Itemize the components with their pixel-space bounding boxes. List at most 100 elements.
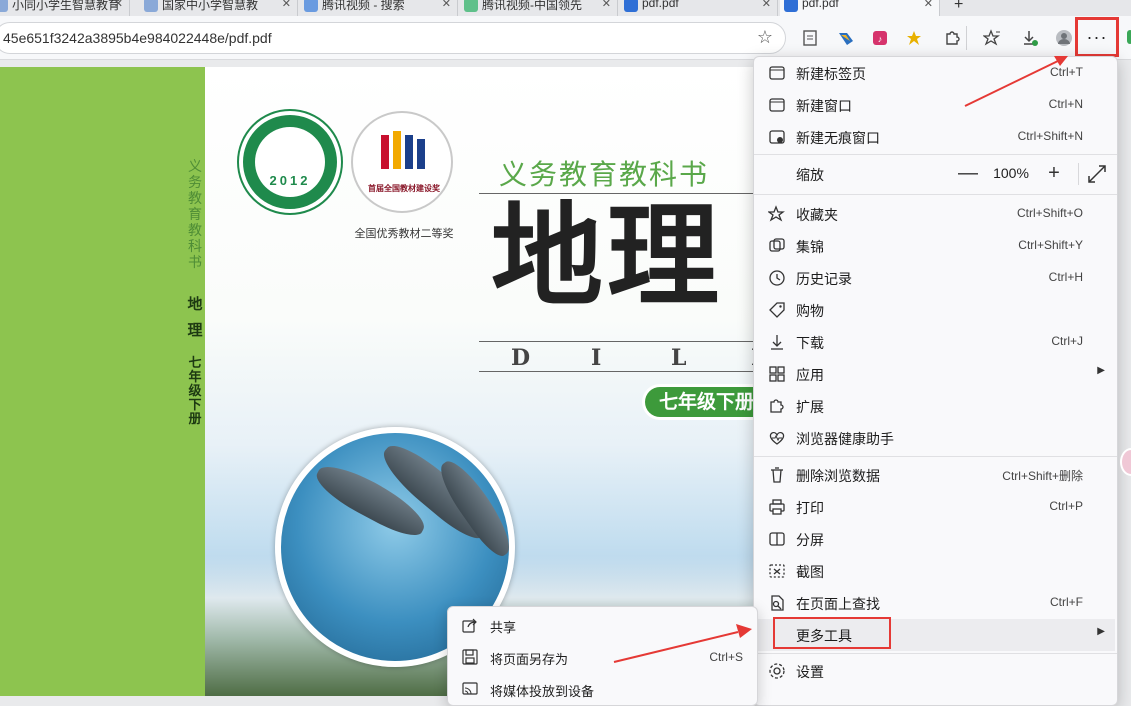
menu-item-label: 购物	[796, 303, 824, 319]
menu-item-favorites[interactable]: 收藏夹 Ctrl+Shift+O	[758, 198, 1115, 230]
screenshot-icon	[768, 562, 786, 580]
trash-icon	[768, 466, 786, 484]
close-icon[interactable]: ✕	[282, 0, 291, 10]
menu-item-label: 截图	[796, 564, 824, 580]
menu-item-apps[interactable]: 应用 ▶	[758, 358, 1115, 390]
menu-item-downloads[interactable]: 下载 Ctrl+J	[758, 326, 1115, 358]
menu-item-shortcut: Ctrl+N	[1048, 97, 1083, 111]
tab-3[interactable]: 腾讯视频 - 搜索 ✕	[300, 0, 458, 16]
close-icon[interactable]: ✕	[114, 0, 123, 10]
close-icon[interactable]: ✕	[924, 0, 933, 10]
new-window-icon	[768, 96, 786, 114]
svg-text:♪: ♪	[878, 34, 883, 44]
menu-item-label: 新建无痕窗口	[796, 130, 880, 146]
download-icon	[768, 333, 786, 351]
menu-item-shortcut: Ctrl+H	[1048, 270, 1083, 284]
menu-item-shortcut: Ctrl+P	[1049, 499, 1083, 513]
settings-icon	[768, 662, 786, 680]
settings-and-more-menu: 新建标签页 Ctrl+T 新建窗口 Ctrl+N 新建无痕窗口 Ctrl+Shi…	[753, 56, 1118, 706]
book-spine: 义务教育教科书 地理 七年级下册	[0, 67, 205, 696]
tab-title: pdf.pdf	[642, 0, 679, 10]
title-pinyin: DILI	[511, 345, 760, 371]
menu-divider	[754, 456, 1117, 457]
pinyin-letter: I	[591, 345, 602, 371]
favorites-icon[interactable]	[978, 24, 1006, 52]
extension-pink-icon[interactable]: ♪	[866, 24, 894, 52]
menu-item-label: 历史记录	[796, 271, 852, 287]
menu-item-extensions[interactable]: 扩展	[758, 390, 1115, 422]
award-emblem-logo: 首届全国教材建设奖	[351, 111, 453, 213]
submenu-item-save-page-as[interactable]: 将页面另存为 Ctrl+S	[452, 641, 755, 673]
menu-item-find-on-page[interactable]: 在页面上查找 Ctrl+F	[758, 587, 1115, 619]
extensions-icon	[768, 397, 786, 415]
tab-title: 小同小学生智慧教育	[12, 0, 121, 12]
menu-item-new-window[interactable]: 新建窗口 Ctrl+N	[758, 89, 1115, 121]
submenu-item-label: 将媒体投放到设备	[490, 684, 595, 699]
award-caption: 全国优秀教材二等奖	[354, 228, 454, 240]
tab-title: pdf.pdf	[802, 0, 839, 10]
menu-item-screenshot[interactable]: 截图	[758, 555, 1115, 587]
menu-item-browser-health[interactable]: 浏览器健康助手	[758, 422, 1115, 454]
tab-1[interactable]: 小同小学生智慧教育 ✕	[0, 0, 130, 16]
menu-item-split-screen[interactable]: 分屏	[758, 523, 1115, 555]
inprivate-icon	[768, 128, 786, 146]
add-favorite-star-icon[interactable]: ☆	[757, 27, 773, 48]
settings-and-more-button[interactable]: ···	[1075, 17, 1119, 57]
menu-item-clear-browsing-data[interactable]: 删除浏览数据 Ctrl+Shift+删除	[758, 459, 1115, 491]
print-icon	[768, 498, 786, 516]
extension-arrow-icon[interactable]	[832, 24, 860, 52]
downloads-icon[interactable]	[1016, 24, 1044, 52]
menu-item-shortcut: Ctrl+Shift+删除	[1002, 469, 1083, 483]
tab-5[interactable]: pdf.pdf ✕	[620, 0, 778, 16]
menu-item-label: 在页面上查找	[796, 596, 880, 612]
more-tools-highlight-box	[773, 617, 891, 649]
toolbar-divider	[966, 26, 967, 50]
close-icon[interactable]: ✕	[442, 0, 451, 10]
close-icon[interactable]: ✕	[602, 0, 611, 10]
submenu-item-shortcut: Ctrl+S	[709, 650, 743, 664]
close-icon[interactable]: ✕	[762, 0, 771, 10]
document-icon	[0, 0, 8, 12]
favorites-icon	[767, 205, 786, 223]
pinyin-letter: L	[671, 345, 687, 371]
new-tab-icon	[768, 64, 786, 82]
extension-star-icon[interactable]	[900, 24, 928, 52]
fullscreen-icon[interactable]	[1086, 163, 1108, 185]
cast-icon	[462, 681, 478, 697]
menu-item-shopping[interactable]: 购物	[758, 294, 1115, 326]
menu-item-shortcut: Ctrl+Shift+N	[1017, 129, 1083, 143]
menu-item-shortcut: Ctrl+Shift+Y	[1018, 238, 1083, 252]
tab-2[interactable]: 国家中小学智慧教 ✕	[140, 0, 298, 16]
award-small-text: 首届全国教材建设奖	[368, 184, 440, 193]
menu-item-label: 新建窗口	[796, 98, 852, 114]
url-text[interactable]: 45e651f3242a3895b4e984022448e/pdf.pdf	[3, 30, 272, 46]
search-icon	[304, 0, 318, 12]
more-dots-icon: ···	[1086, 26, 1108, 47]
menu-item-print[interactable]: 打印 Ctrl+P	[758, 491, 1115, 523]
submenu-item-cast-media[interactable]: 将媒体投放到设备	[452, 673, 755, 705]
zoom-in-button[interactable]: +	[1040, 159, 1068, 187]
tab-4[interactable]: 腾讯视频-中国领先 ✕	[460, 0, 618, 16]
tab-title: 腾讯视频 - 搜索	[322, 0, 405, 12]
menu-divider	[754, 154, 1117, 155]
menu-item-new-inprivate-window[interactable]: 新建无痕窗口 Ctrl+Shift+N	[758, 121, 1115, 153]
menu-item-settings[interactable]: 设置	[758, 655, 1115, 687]
spine-subject-text: 地理	[187, 295, 203, 339]
menu-item-new-tab[interactable]: 新建标签页 Ctrl+T	[758, 57, 1115, 89]
url-field[interactable]: 45e651f3242a3895b4e984022448e/pdf.pdf ☆	[0, 22, 786, 54]
tab-6-active[interactable]: pdf.pdf ✕	[780, 0, 940, 16]
zoom-out-button[interactable]: —	[954, 159, 982, 187]
menu-item-collections[interactable]: 集锦 Ctrl+Shift+Y	[758, 230, 1115, 262]
share-icon	[462, 617, 478, 633]
profile-avatar[interactable]	[1050, 24, 1078, 52]
menu-item-shortcut: Ctrl+T	[1050, 65, 1083, 79]
new-tab-button[interactable]: +	[944, 0, 984, 16]
extensions-puzzle-icon[interactable]	[938, 24, 966, 52]
shopping-tag-icon	[768, 301, 786, 319]
pinyin-rule-bottom	[479, 371, 760, 372]
submenu-item-share[interactable]: 共享	[452, 609, 755, 641]
reading-view-icon[interactable]	[796, 24, 824, 52]
pinyin-letter: D	[511, 345, 531, 371]
menu-item-history[interactable]: 历史记录 Ctrl+H	[758, 262, 1115, 294]
document-icon	[144, 0, 158, 12]
